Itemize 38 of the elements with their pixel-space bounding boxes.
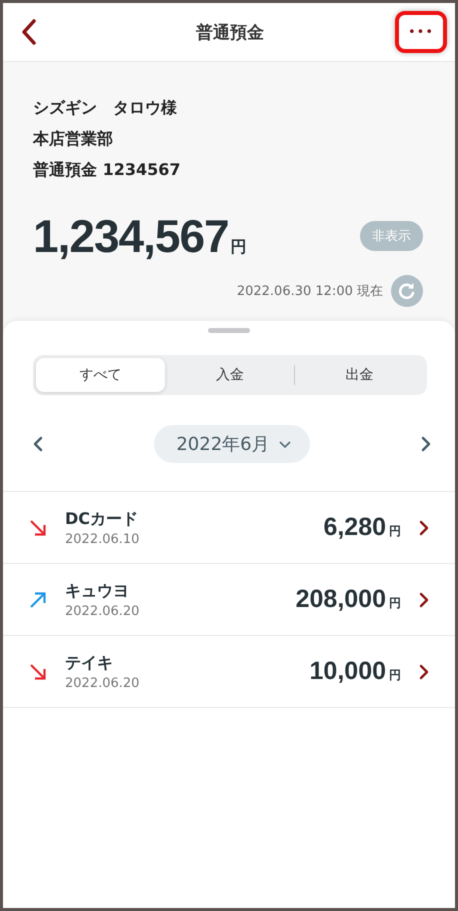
arrow-icon [29,590,47,608]
next-month-icon[interactable] [420,436,431,452]
chevron-right-icon[interactable] [419,664,429,680]
transaction-name: キュウヨ [65,580,130,602]
filter-tab[interactable]: 入金 [166,358,294,392]
arrow-icon [29,662,47,680]
transaction-row[interactable]: キュウヨ 2022.06.20 208,000 円 [3,564,455,636]
transaction-amount: 6,280 [323,513,386,542]
filter-tab[interactable]: すべて [36,358,165,392]
transaction-name: テイキ [65,652,114,674]
month-selector[interactable]: 2022年6月 [154,425,310,463]
more-button[interactable]: ••• [395,11,447,53]
currency-unit: 円 [389,523,401,540]
transaction-amount: 208,000 [296,585,386,614]
transaction-date: 2022.06.10 [65,532,140,546]
caret-icon [278,440,292,448]
account-number: 普通預金 1234567 [33,160,182,181]
currency-unit: 円 [389,667,401,684]
currency-unit: 円 [389,595,401,612]
branch-name: 本店営業部 [33,129,114,150]
transaction-date: 2022.06.20 [65,676,140,690]
chevron-right-icon[interactable] [419,592,429,608]
balance-amount: 1,234,567 [33,209,229,263]
drag-handle[interactable] [208,328,250,333]
currency-unit: 円 [230,237,247,258]
transaction-row[interactable]: テイキ 2022.06.20 10,000 円 [3,636,455,708]
previous-month-icon[interactable] [33,436,43,452]
transaction-name: DCカード [65,508,140,530]
chevron-right-icon[interactable] [419,520,429,536]
arrow-icon [29,518,47,536]
transaction-date: 2022.06.20 [65,604,140,618]
screen-title: 普通預金 [196,22,264,44]
as-of-time: 2022.06.30 12:00 現在 [236,283,383,300]
transaction-amount: 10,000 [310,657,386,686]
filter-tab[interactable]: 出金 [295,358,424,392]
transaction-row[interactable]: DCカード 2022.06.10 6,280 円 [3,492,455,564]
account-holder: シズギン タロウ様 [33,98,178,119]
back-icon[interactable] [21,19,37,45]
